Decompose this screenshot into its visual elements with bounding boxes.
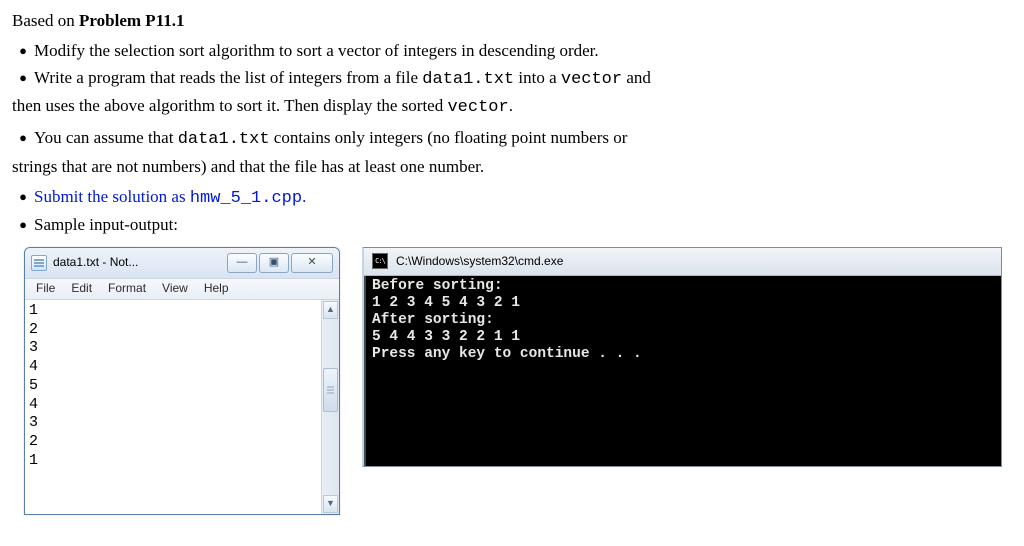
menu-view[interactable]: View [155, 277, 195, 300]
bullet-dot: ● [12, 65, 34, 93]
code-span: vector [561, 70, 622, 89]
bullet-dot: ● [12, 125, 34, 153]
notepad-window: data1.txt - Not... ― ▣ ✕ File Edit Forma… [24, 247, 340, 515]
minimize-button[interactable]: ― [227, 253, 257, 273]
text-span: . [302, 187, 306, 206]
bullet-5: ● Sample input-output: [12, 212, 1012, 238]
bullet-4: ● Submit the solution as hmw_5_1.cpp. [12, 184, 1012, 212]
bullet-2: ● Write a program that reads the list of… [12, 65, 1012, 93]
menu-file[interactable]: File [29, 277, 62, 300]
cmd-titlebar[interactable]: C:\ C:\Windows\system32\cmd.exe [364, 248, 1001, 276]
text-span: contains only integers (no floating poin… [270, 128, 628, 147]
text-span: Write a program that reads the list of i… [34, 68, 422, 87]
notepad-text[interactable]: 1 2 3 4 5 4 3 2 1 [25, 300, 321, 514]
submit-filename: hmw_5_1.cpp [190, 189, 302, 208]
cmd-window: C:\ C:\Windows\system32\cmd.exe Before s… [362, 247, 1002, 467]
notepad-titlebar[interactable]: data1.txt - Not... ― ▣ ✕ [25, 248, 339, 278]
scroll-thumb[interactable] [323, 368, 338, 412]
menu-help[interactable]: Help [197, 277, 236, 300]
bullet-3: ● You can assume that data1.txt contains… [12, 125, 1012, 153]
code-span: vector [447, 98, 508, 117]
bullet-2-cont: then uses the above algorithm to sort it… [12, 93, 1012, 121]
heading-bold: Problem P11.1 [79, 11, 184, 30]
window-buttons: ― ▣ ✕ [227, 253, 333, 273]
scroll-track[interactable] [322, 320, 339, 494]
scroll-up-button[interactable]: ▲ [323, 301, 338, 319]
scrollbar[interactable]: ▲ ▼ [321, 300, 339, 514]
bullet-dot: ● [12, 38, 34, 64]
text-span: then uses the above algorithm to sort it… [12, 96, 447, 115]
cmd-output[interactable]: Before sorting: 1 2 3 4 5 4 3 2 1 After … [364, 276, 1001, 466]
menu-edit[interactable]: Edit [64, 277, 99, 300]
bullet-1-text: Modify the selection sort algorithm to s… [34, 38, 1012, 64]
sample-area: data1.txt - Not... ― ▣ ✕ File Edit Forma… [12, 247, 1012, 515]
bullet-3-cont: strings that are not numbers) and that t… [12, 154, 1012, 180]
notepad-body: 1 2 3 4 5 4 3 2 1 ▲ ▼ [25, 300, 339, 514]
notepad-title: data1.txt - Not... [53, 253, 221, 272]
cmd-icon: C:\ [372, 253, 388, 269]
notepad-menubar: File Edit Format View Help [25, 278, 339, 300]
menu-format[interactable]: Format [101, 277, 153, 300]
maximize-button[interactable]: ▣ [259, 253, 289, 273]
submit-text: Submit the solution as [34, 187, 190, 206]
bullet-5-text: Sample input-output: [34, 212, 1012, 238]
scroll-down-button[interactable]: ▼ [323, 495, 338, 513]
bullet-dot: ● [12, 212, 34, 238]
notepad-icon [31, 255, 47, 271]
bullet-1: ● Modify the selection sort algorithm to… [12, 38, 1012, 64]
code-span: data1.txt [178, 130, 270, 149]
heading-prefix: Based on [12, 11, 79, 30]
cmd-title: C:\Windows\system32\cmd.exe [396, 252, 993, 271]
text-span: into a [514, 68, 561, 87]
heading: Based on Problem P11.1 [12, 8, 1012, 34]
close-button[interactable]: ✕ [291, 253, 333, 273]
code-span: data1.txt [422, 70, 514, 89]
text-span: You can assume that [34, 128, 178, 147]
text-span: and [622, 68, 651, 87]
text-span: . [509, 96, 513, 115]
bullet-dot: ● [12, 184, 34, 212]
problem-text: Based on Problem P11.1 ● Modify the sele… [12, 8, 1012, 239]
